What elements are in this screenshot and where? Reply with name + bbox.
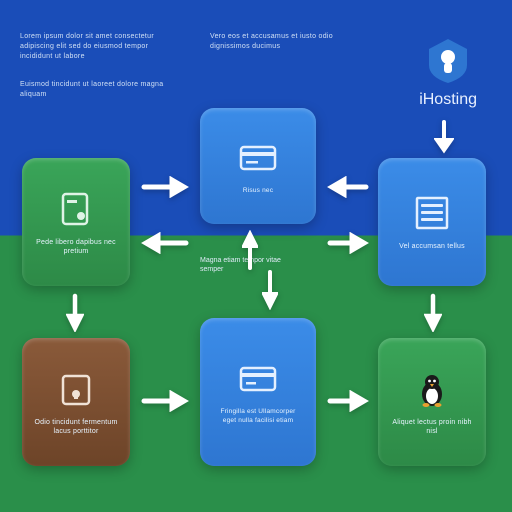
arrow-up-center-icon	[242, 230, 258, 272]
node-blue-right-label: Vel accumsan tellus	[399, 242, 465, 251]
header-center-text: Vero eos et accusamus et iusto odio dign…	[210, 32, 350, 52]
node-green-bottom: Aliquet lectus proin nibh nisl	[378, 338, 486, 466]
brand-logo-icon	[423, 35, 473, 85]
card-alt-icon	[237, 358, 279, 400]
arrow-right-3-icon	[140, 390, 190, 412]
arrow-right-1-icon	[140, 176, 190, 198]
node-green-top: Pede libero dapibus nec pretium	[22, 158, 130, 286]
node-blue-center: Fringilla est Ullamcorper eget nulla fac…	[200, 318, 316, 466]
node-brown: Odio tincidunt fermentum lacus porttitor	[22, 338, 130, 466]
header-left-sub: Euismod tincidunt ut laoreet dolore magn…	[20, 80, 180, 100]
node-blue-top: Risus nec	[200, 108, 316, 224]
brand-block: iHosting	[419, 35, 477, 109]
node-blue-top-label: Risus nec	[243, 187, 273, 196]
node-blue-right: Vel accumsan tellus	[378, 158, 486, 286]
arrow-right-4-icon	[326, 390, 370, 412]
arrow-right-2-icon	[326, 232, 370, 254]
arrow-left-2-icon	[326, 176, 370, 198]
brand-label: iHosting	[419, 91, 477, 109]
arrow-down-center-icon	[262, 268, 278, 310]
penguin-icon	[411, 368, 453, 410]
document-icon	[55, 188, 97, 230]
node-blue-center-label: Fringilla est Ullamcorper eget nulla fac…	[213, 408, 303, 426]
arrow-brand-down-icon	[434, 120, 454, 154]
node-brown-label: Odio tincidunt fermentum lacus porttitor	[31, 418, 121, 437]
arrow-down-left-icon	[66, 292, 84, 332]
server-icon	[411, 192, 453, 234]
arrow-left-1-icon	[140, 232, 190, 254]
folder-lock-icon	[55, 368, 97, 410]
card-icon	[237, 137, 279, 179]
node-green-top-label: Pede libero dapibus nec pretium	[31, 238, 121, 257]
arrow-down-right-icon	[424, 292, 442, 332]
node-green-bottom-label: Aliquet lectus proin nibh nisl	[387, 418, 477, 437]
header-left-text: Lorem ipsum dolor sit amet consectetur a…	[20, 32, 170, 61]
